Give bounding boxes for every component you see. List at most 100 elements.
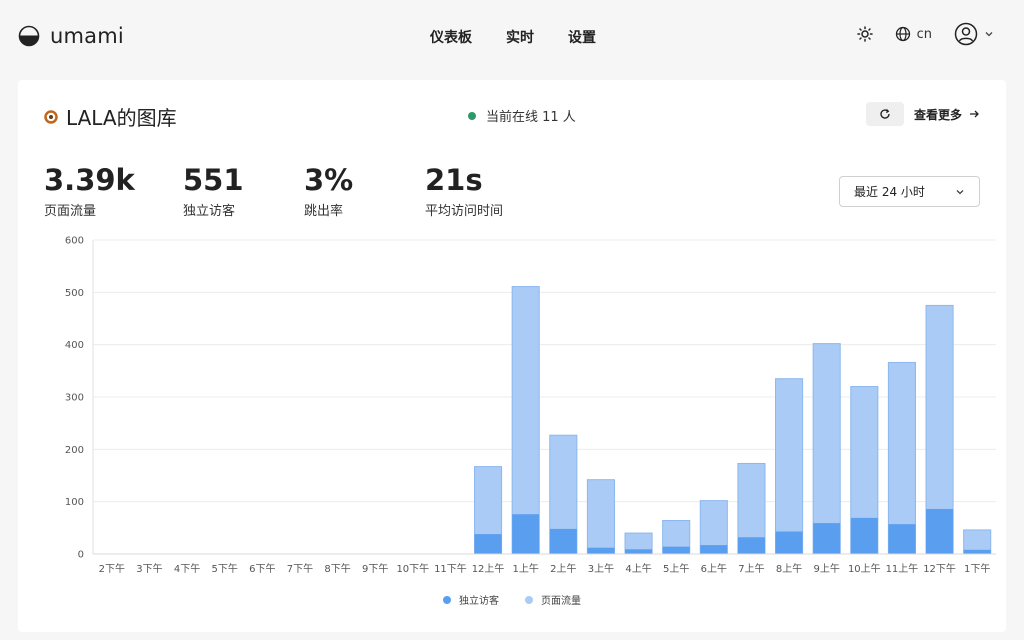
x-tick-label: 10上午: [848, 562, 881, 575]
top-header: umami 仪表板 实时 设置 cn: [0, 0, 1024, 72]
sun-icon: [856, 26, 873, 42]
refresh-icon: [880, 109, 890, 119]
metric-label: 独立访客: [183, 204, 236, 219]
legend-swatch: [525, 595, 533, 604]
arrow-right-icon: [970, 110, 979, 118]
profile-menu-button[interactable]: [954, 22, 994, 46]
bar-visitors: [662, 546, 690, 554]
online-status-dot: [468, 111, 476, 120]
bar-visitors: [587, 547, 615, 554]
theme-toggle-button[interactable]: [856, 26, 873, 42]
bar-pageviews: [586, 479, 615, 555]
language-button[interactable]: cn: [895, 26, 932, 42]
globe-icon: [895, 26, 910, 42]
y-tick-label: 100: [65, 497, 84, 508]
metric-value: 3.39k: [44, 163, 135, 197]
metrics-bar: 3.39k 页面流量 551 独立访客 3% 跳出率 21s 平均访问时间: [44, 162, 546, 219]
x-tick-label: 6下午: [249, 562, 275, 575]
nav-realtime[interactable]: 实时: [506, 27, 534, 47]
metric-visitors[interactable]: 551 独立访客: [183, 162, 304, 219]
metric-value: 21s: [425, 163, 483, 197]
site-favicon-icon: [44, 109, 58, 124]
bar-pageviews: [775, 378, 804, 555]
x-tick-label: 1上午: [513, 562, 539, 575]
x-tick-label: 2上午: [550, 562, 576, 575]
y-tick-label: 600: [65, 236, 84, 247]
legend-item-pageviews[interactable]: 页面流量: [525, 592, 581, 607]
metric-label: 页面流量: [44, 204, 97, 219]
header-tools: cn: [856, 22, 994, 46]
x-tick-label: 8下午: [324, 562, 350, 575]
y-tick-label: 0: [78, 550, 84, 561]
metric-value: 3%: [304, 163, 354, 197]
main-nav: 仪表板 实时 设置: [430, 27, 596, 47]
x-tick-label: 5下午: [212, 562, 238, 575]
bar-visitors: [775, 531, 803, 554]
x-tick-label: 1下午: [964, 562, 990, 575]
x-tick-label: 4下午: [174, 562, 200, 575]
bar-visitors: [926, 508, 954, 554]
x-tick-label: 3下午: [136, 562, 162, 575]
y-tick-label: 500: [65, 288, 84, 299]
bar-pageviews: [511, 286, 540, 555]
bar-visitors: [549, 528, 577, 554]
x-tick-label: 12下午: [923, 562, 956, 575]
date-range-value: 最近 24 小时: [854, 185, 925, 199]
site-title: LALA的图库: [44, 102, 177, 131]
bar-visitors: [512, 514, 540, 554]
bar-visitors: [888, 524, 916, 554]
view-more-link[interactable]: 查看更多: [914, 106, 980, 123]
x-tick-label: 3上午: [588, 562, 614, 575]
x-tick-label: 10下午: [396, 562, 429, 575]
bar-visitors: [737, 537, 765, 554]
y-tick-label: 200: [65, 445, 84, 456]
metric-label: 平均访问时间: [425, 204, 504, 219]
pageviews-bar-chart: 0 100 200 300 400 500 600 2下午 3下午 4下午 5下午 6下午 7下午 8下午…: [65, 236, 996, 575]
metric-pageviews[interactable]: 3.39k 页面流量: [44, 162, 183, 219]
site-name: LALA的图库: [66, 106, 177, 130]
bar-visitors: [625, 549, 653, 554]
bar-visitors: [963, 549, 991, 554]
nav-dashboard[interactable]: 仪表板: [430, 27, 472, 47]
legend-swatch: [443, 595, 451, 604]
metric-avg-visit-time[interactable]: 21s 平均访问时间: [425, 162, 546, 219]
bar-visitors: [700, 545, 728, 554]
x-tick-label: 2下午: [99, 562, 125, 575]
x-tick-label: 8上午: [776, 562, 802, 575]
umami-logo-icon: [18, 25, 40, 47]
x-tick-label: 9上午: [814, 562, 840, 575]
legend-label: 独立访客: [459, 596, 499, 607]
legend-item-visitors[interactable]: 独立访客: [443, 592, 499, 607]
date-range-select[interactable]: 最近 24 小时: [839, 176, 980, 207]
y-tick-label: 300: [65, 393, 84, 404]
user-circle-icon: [954, 22, 978, 46]
chart-legend: 独立访客 页面流量: [18, 592, 1006, 607]
active-visitors[interactable]: 当前在线 11 人: [468, 106, 576, 125]
x-tick-label: 6上午: [701, 562, 727, 575]
metric-label: 跳出率: [304, 204, 344, 219]
bar-visitors: [474, 534, 502, 554]
brand[interactable]: umami: [18, 24, 124, 48]
x-tick-label: 11上午: [886, 562, 919, 575]
x-tick-label: 12上午: [472, 562, 505, 575]
legend-label: 页面流量: [541, 596, 581, 607]
x-tick-label: 4上午: [625, 562, 651, 575]
x-tick-label: 9下午: [362, 562, 388, 575]
refresh-button[interactable]: [865, 102, 904, 126]
metric-bounce-rate[interactable]: 3% 跳出率: [304, 162, 425, 219]
nav-settings[interactable]: 设置: [568, 27, 596, 47]
x-tick-label: 7下午: [287, 562, 313, 575]
chevron-down-icon: [956, 189, 964, 194]
card-actions: 查看更多: [865, 102, 980, 126]
chevron-down-icon: [985, 32, 993, 37]
online-text: 当前在线 11 人: [486, 110, 576, 125]
x-tick-label: 7上午: [738, 562, 764, 575]
y-tick-label: 400: [65, 340, 84, 351]
metric-value: 551: [183, 163, 244, 197]
language-label: cn: [916, 26, 932, 42]
bar-visitors: [813, 523, 841, 554]
x-tick-label: 5上午: [663, 562, 689, 575]
bar-pageviews: [812, 343, 841, 555]
brand-name: umami: [50, 24, 124, 48]
bar-visitors: [850, 517, 878, 554]
